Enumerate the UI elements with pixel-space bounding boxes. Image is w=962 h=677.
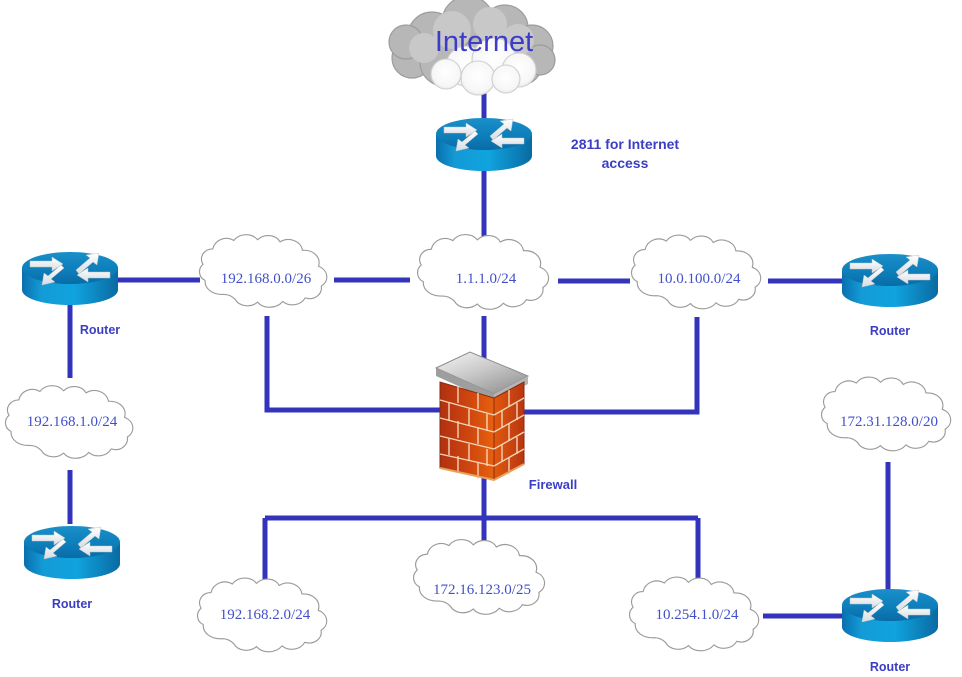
- cloud-label-192-168-2-0-24: 192.168.2.0/24: [219, 607, 311, 623]
- router-right-label: Router: [869, 324, 911, 338]
- firewall-label: Firewall: [528, 477, 578, 492]
- cloud-label-10-0-100-0-24: 10.0.100.0/24: [657, 271, 741, 287]
- router-left-label: Router: [79, 323, 121, 337]
- router-right-icon[interactable]: [841, 253, 939, 308]
- cloud-label-192-168-0-0-26: 192.168.0.0/26: [220, 271, 312, 287]
- cloud-label-10-254-1-0-24: 10.254.1.0/24: [655, 607, 739, 623]
- cloud-172-16-123-0-25[interactable]: [412, 538, 546, 615]
- cloud-label-172-31-128-0-20: 172.31.128.0/20: [840, 414, 938, 430]
- internet-label: Internet: [434, 26, 534, 58]
- network-diagram-canvas: Internet 2811 for Internet access 192.16…: [0, 0, 962, 677]
- router-2811-note-line1: 2811 for Internet: [570, 136, 680, 152]
- firewall-brick-wall-icon[interactable]: [434, 351, 530, 482]
- router-bottom-right-icon[interactable]: [841, 588, 939, 643]
- cloud-label-1-1-1-0-24: 1.1.1.0/24: [455, 271, 517, 287]
- router-internet-icon[interactable]: [435, 117, 533, 172]
- router-left-icon[interactable]: [21, 251, 119, 306]
- cloud-label-192-168-1-0-24: 192.168.1.0/24: [26, 414, 118, 430]
- router-bottom-left-icon[interactable]: [23, 525, 121, 580]
- router-2811-note: 2811 for Internet access: [540, 135, 710, 173]
- router-bottom-right-label: Router: [869, 660, 911, 674]
- cloud-label-172-16-123-0-25: 172.16.123.0/25: [433, 582, 531, 598]
- router-2811-note-line2: access: [601, 154, 649, 171]
- router-bottom-left-label: Router: [51, 597, 93, 611]
